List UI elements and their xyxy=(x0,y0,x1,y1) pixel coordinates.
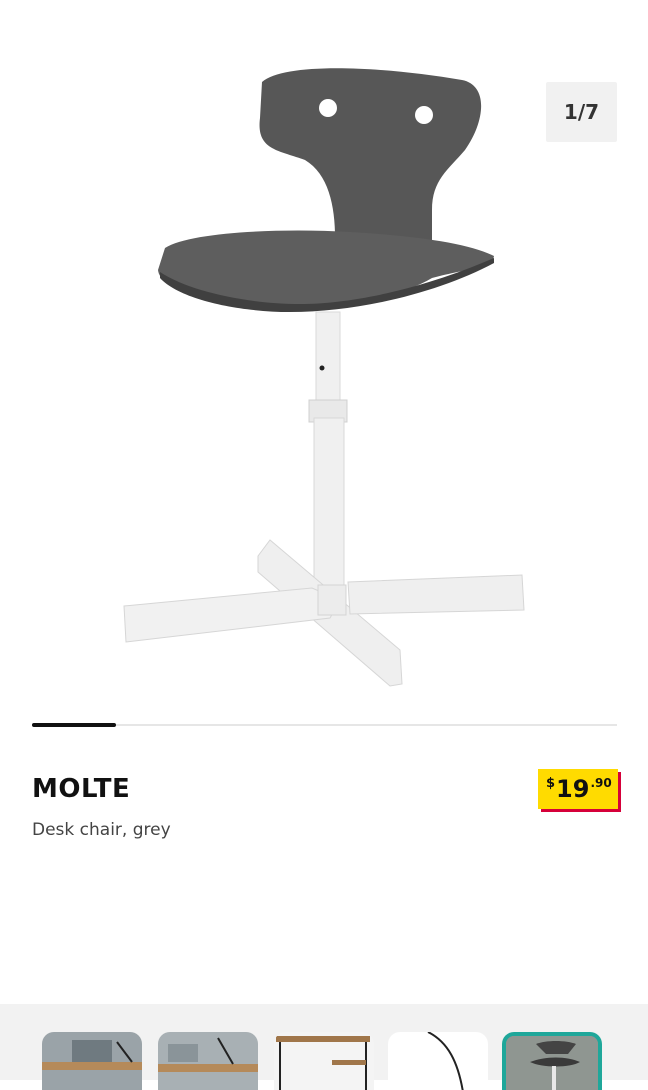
thumbnail-5[interactable] xyxy=(502,1032,602,1090)
product-description: Desk chair, grey xyxy=(32,820,171,840)
product-name: MOLTE xyxy=(32,774,131,804)
thumbnail-2[interactable] xyxy=(158,1032,258,1090)
thumbnail-3-image xyxy=(276,1036,370,1090)
thumbnail-4-image xyxy=(427,1032,464,1090)
thumbnail-5-image xyxy=(506,1036,598,1090)
price-tag: $ 19 .90 xyxy=(538,769,618,809)
gallery-progress-fill xyxy=(32,723,116,727)
thumbnail-4[interactable] xyxy=(388,1032,488,1090)
thumbnail-2-image xyxy=(158,1032,258,1090)
price-integer: 19 xyxy=(556,775,590,803)
gallery-progress-track xyxy=(32,723,617,727)
thumbnail-1[interactable] xyxy=(42,1032,142,1090)
thumbnail-1-image xyxy=(42,1032,142,1090)
product-image-gallery[interactable]: 1/7 xyxy=(0,0,648,712)
price-decimal: .90 xyxy=(590,776,612,790)
thumbnail-3[interactable] xyxy=(274,1032,374,1090)
image-counter: 1/7 xyxy=(546,82,617,142)
thumbnail-strip xyxy=(0,1004,648,1090)
price-currency: $ xyxy=(546,776,556,791)
